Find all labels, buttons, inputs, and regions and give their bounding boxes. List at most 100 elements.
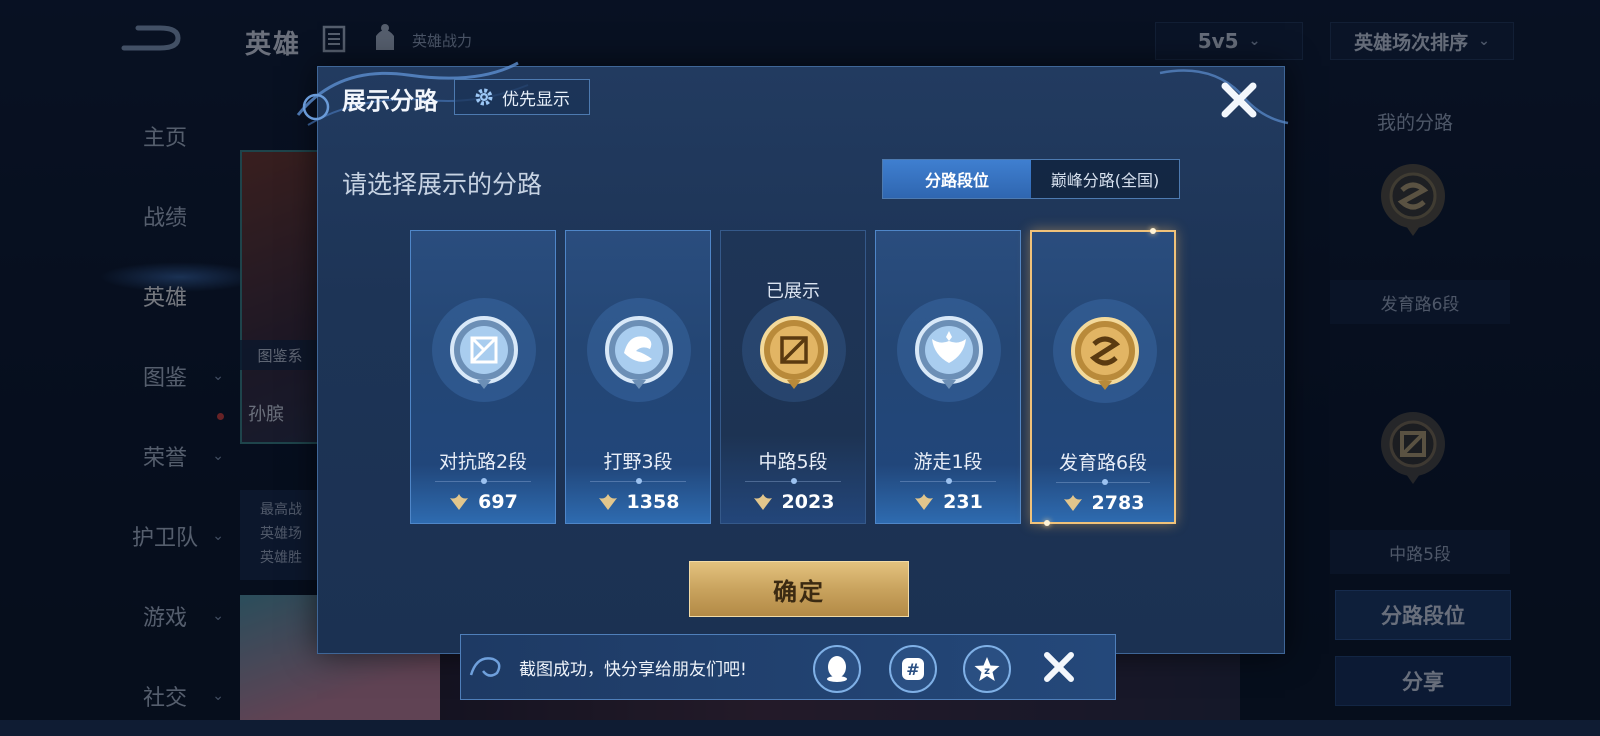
nav-item-honor[interactable]: 荣誉 ⌄ — [100, 416, 230, 496]
lane-rank-label: 中路5段 — [758, 451, 828, 473]
priority-display-label: 优先显示 — [502, 89, 570, 110]
lane-rank-label: 发育路6段 — [1058, 452, 1148, 474]
sort-select-value: 英雄场次排序 — [1354, 31, 1469, 54]
nav-item-record[interactable]: 战绩 — [100, 176, 230, 256]
nav-item-label: 社交 — [142, 686, 187, 711]
chevron-down-icon: ⌄ — [212, 448, 224, 464]
nav-item-label: 英雄 — [142, 286, 187, 311]
moments-icon: # — [902, 658, 924, 680]
nav-item-social[interactable]: 社交 ⌄ — [100, 656, 230, 736]
chevron-down-icon: ⌄ — [212, 688, 224, 704]
my-lane-rank: 中路5段 — [1330, 530, 1510, 574]
lane-rank-label: 打野3段 — [603, 451, 673, 473]
share-qq-button[interactable] — [813, 645, 861, 693]
divider-dot — [946, 478, 952, 484]
back-icon[interactable] — [120, 22, 184, 54]
share-qzone-button[interactable]: z — [963, 645, 1011, 693]
nav-item-home[interactable]: 主页 — [100, 96, 230, 176]
confirm-button[interactable]: 确定 — [689, 561, 909, 617]
selection-sparkle — [1150, 228, 1156, 234]
lane-card-jungle[interactable]: 打野3段 1358 — [565, 230, 711, 524]
share-moments-button[interactable]: # — [889, 645, 937, 693]
qzone-icon: z — [974, 657, 1000, 681]
lane-rank-button[interactable]: 分路段位 — [1335, 590, 1511, 640]
divider-dot — [1102, 479, 1108, 485]
notification-dot — [217, 413, 224, 420]
chevron-down-icon: ⌄ — [212, 528, 224, 544]
score-wings-icon — [1063, 495, 1082, 511]
svg-text:#: # — [906, 660, 919, 679]
chevron-down-icon: ⌄ — [1248, 33, 1261, 49]
mid-lane-medal-icon — [742, 298, 846, 402]
tab-lane-rank[interactable]: 分路段位 — [883, 160, 1031, 198]
nav-item-label: 主页 — [142, 126, 187, 151]
close-icon — [1044, 652, 1074, 682]
selection-sparkle — [1044, 520, 1050, 526]
sort-select[interactable]: 英雄场次排序 ⌄ — [1330, 22, 1514, 60]
my-lane-rank: 发育路6段 — [1330, 280, 1510, 324]
lane-score-value: 697 — [478, 491, 518, 513]
lane-score: 231 — [876, 491, 1020, 513]
lane-score-value: 231 — [943, 491, 983, 513]
hero-power-label[interactable]: 英雄战力 — [412, 30, 472, 51]
lane-score: 2783 — [1032, 492, 1174, 514]
nav-item-gallery[interactable]: 图鉴 ⌄ — [100, 336, 230, 416]
my-lanes-title: 我的分路 — [1376, 112, 1453, 134]
chevron-down-icon: ⌄ — [212, 368, 224, 384]
nav-item-guard[interactable]: 护卫队 ⌄ — [100, 496, 230, 576]
divider-dot — [481, 478, 487, 484]
close-dialog-button[interactable] — [1216, 77, 1262, 123]
lane-card-clash[interactable]: 对抗路2段 697 — [410, 230, 556, 524]
hero-tag: 图鉴系 — [240, 340, 320, 370]
lane-score-value: 1358 — [626, 491, 680, 513]
nav-item-hero[interactable]: 英雄 — [100, 256, 230, 336]
jungle-lane-medal-icon — [587, 298, 691, 402]
lane-card-roam[interactable]: 游走1段 231 — [875, 230, 1021, 524]
lane-rank-label: 游走1段 — [913, 451, 983, 473]
lane-display-dialog: 展示分路 优先显示 请选择展示的分路 分路段位 巅峰分路(全国) 对抗路2段 6… — [296, 61, 1289, 654]
chevron-down-icon: ⌄ — [212, 608, 224, 624]
lane-card-farm[interactable]: 发育路6段 2783 — [1030, 228, 1176, 526]
lane-score: 697 — [411, 491, 555, 513]
rank-type-tabs: 分路段位 巅峰分路(全国) — [882, 159, 1180, 199]
dialog-subtitle: 请选择展示的分路 — [342, 170, 543, 199]
svg-text:z: z — [984, 666, 990, 677]
toast-message: 截图成功，快分享给朋友们吧! — [519, 660, 747, 680]
priority-display-button[interactable]: 优先显示 — [454, 79, 590, 115]
mid-lane-badge-icon — [1381, 412, 1445, 484]
list-icon[interactable] — [322, 25, 346, 53]
side-nav: 主页 战绩 英雄 图鉴 ⌄ 荣誉 ⌄ 护卫队 ⌄ 游戏 ⌄ 社交 ⌄ — [100, 96, 230, 736]
score-wings-icon — [753, 494, 772, 510]
nav-item-label: 图鉴 — [142, 366, 187, 391]
roam-lane-medal-icon — [897, 298, 1001, 402]
lane-score-value: 2023 — [781, 491, 835, 513]
lane-card-list: 对抗路2段 697 打野3段 1358 已展示 中路5段 2023 游走1段 2… — [410, 228, 1186, 526]
lane-score: 2023 — [721, 491, 865, 513]
decorative-swirl-icon — [469, 657, 501, 677]
lane-card-mid[interactable]: 已展示 中路5段 2023 — [720, 230, 866, 524]
mode-select[interactable]: 5v5 ⌄ — [1155, 22, 1303, 60]
dialog-title: 展示分路 — [342, 87, 438, 115]
chevron-down-icon: ⌄ — [1478, 33, 1490, 49]
tab-peak-lane-national[interactable]: 巅峰分路(全国) — [1031, 160, 1179, 198]
nav-item-game[interactable]: 游戏 ⌄ — [100, 576, 230, 656]
farm-lane-badge-icon — [1381, 164, 1445, 236]
nav-item-label: 荣誉 — [142, 446, 187, 471]
divider-dot — [791, 478, 797, 484]
farm-lane-medal-icon — [1053, 299, 1157, 403]
qq-icon — [827, 656, 847, 682]
close-toast-button[interactable] — [1041, 649, 1077, 685]
lane-score-value: 2783 — [1091, 492, 1145, 514]
gear-icon — [475, 88, 493, 106]
mode-select-value: 5v5 — [1197, 29, 1239, 53]
divider-dot — [636, 478, 642, 484]
nav-item-label: 战绩 — [142, 206, 187, 231]
share-button[interactable]: 分享 — [1335, 656, 1511, 706]
nav-item-label: 护卫队 — [131, 526, 198, 551]
nav-item-label: 游戏 — [142, 606, 187, 631]
score-wings-icon — [915, 494, 934, 510]
close-icon — [1221, 82, 1257, 118]
score-wings-icon — [450, 494, 469, 510]
hero-power-icon[interactable] — [372, 22, 398, 52]
lane-score: 1358 — [566, 491, 710, 513]
